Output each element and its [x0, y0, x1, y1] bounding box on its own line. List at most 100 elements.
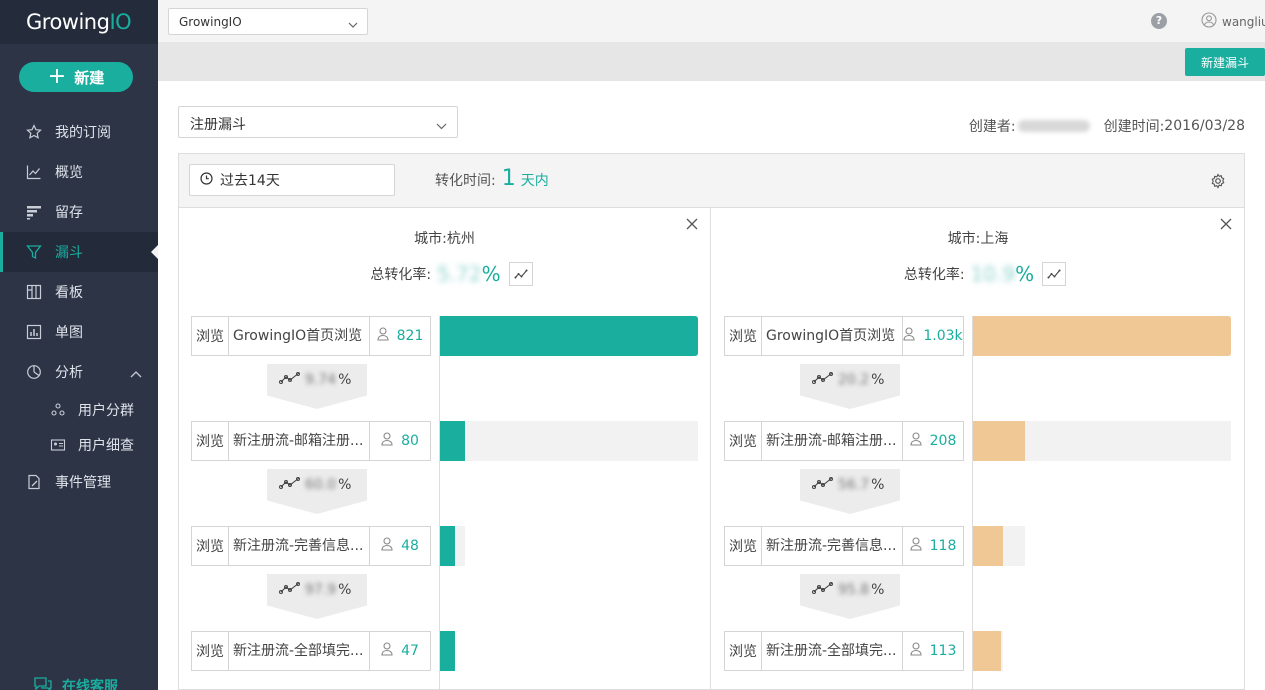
trend-chart-button[interactable]	[508, 262, 533, 286]
total-conversion-unit: %	[1015, 262, 1035, 286]
step-conversion-rate: 9.74%	[267, 364, 367, 409]
user-icon	[377, 327, 389, 345]
step-count[interactable]: 118	[903, 537, 963, 555]
funnel-step[interactable]: 浏览 新注册流-邮箱注册... 80	[191, 421, 431, 461]
step-count[interactable]: 208	[903, 432, 963, 450]
total-conversion-value: 5.72	[437, 262, 482, 286]
sidebar-item-label: 事件管理	[55, 475, 111, 491]
sidebar-item-label: 分析	[55, 365, 83, 381]
step-count-value: 1.03k	[923, 328, 963, 344]
bar-fill[interactable]	[973, 421, 1025, 461]
step-count[interactable]: 1.03k	[903, 327, 963, 345]
bar-track	[440, 631, 455, 671]
funnel-select[interactable]: 注册漏斗	[178, 106, 458, 138]
sidebar-item-retention[interactable]: 留存	[0, 192, 158, 232]
funnel-step[interactable]: 浏览 新注册流-邮箱注册... 208	[724, 421, 964, 461]
project-select-value: GrowingIO	[179, 15, 242, 29]
bar-fill[interactable]	[973, 526, 1003, 566]
sidebar-item-user-segments[interactable]: 用户分群	[0, 392, 158, 427]
sidebar-item-dashboard[interactable]: 看板	[0, 272, 158, 312]
step-count-value: 80	[401, 433, 419, 449]
bar-fill[interactable]	[973, 316, 1231, 356]
sidebar-item-event-management[interactable]: 事件管理	[0, 462, 158, 502]
app-logo[interactable]: Growing IO	[0, 0, 158, 44]
online-service-link[interactable]: 在线客服	[34, 676, 118, 690]
step-type: 浏览	[725, 527, 762, 565]
sidebar-item-single-chart[interactable]: 单图	[0, 312, 158, 352]
trend-icon[interactable]	[279, 582, 301, 598]
bar-fill[interactable]	[440, 316, 698, 356]
chat-icon	[34, 677, 52, 690]
funnel-panel: 过去14天 转化时间: 1 天内 城市:杭州 总转化率: 5.72% 浏览 Growin…	[178, 153, 1245, 690]
bar-chart-icon	[25, 323, 43, 341]
user-group-icon	[50, 402, 66, 418]
user-menu[interactable]: wangliu	[1201, 12, 1265, 31]
conversion-time[interactable]: 转化时间: 1 天内	[435, 166, 549, 191]
sidebar-item-funnel[interactable]: 漏斗	[0, 232, 158, 272]
new-button[interactable]: + 新建	[19, 62, 133, 92]
city-label: 城市:上海	[712, 228, 1244, 248]
bar-fill[interactable]	[440, 631, 455, 671]
sidebar-item-label: 留存	[55, 205, 83, 221]
total-conversion-label: 总转化率:	[903, 267, 965, 283]
trend-chart-button[interactable]	[1042, 262, 1067, 286]
conversion-value: 97.9	[305, 582, 337, 598]
step-count[interactable]: 821	[370, 327, 430, 345]
step-count-value: 48	[401, 538, 419, 554]
funnel-step[interactable]: 浏览 GrowingIO首页浏览 1.03k	[724, 316, 964, 356]
step-count[interactable]: 80	[370, 432, 430, 450]
edit-doc-icon	[25, 473, 43, 491]
sidebar-item-subscriptions[interactable]: 我的订阅	[0, 112, 158, 152]
sidebar-item-user-detail[interactable]: 用户细查	[0, 427, 158, 462]
chevron-down-icon	[348, 17, 358, 31]
conversion-time-label: 转化时间:	[435, 173, 496, 189]
plus-icon: +	[47, 64, 67, 89]
funnel-step[interactable]: 浏览 新注册流-完善信息... 118	[724, 526, 964, 566]
trend-icon[interactable]	[279, 372, 301, 388]
user-icon	[903, 327, 915, 345]
step-count[interactable]: 48	[370, 537, 430, 555]
step-count-value: 118	[929, 538, 957, 554]
funnel-step[interactable]: 浏览 新注册流-完善信息... 48	[191, 526, 431, 566]
sidebar-item-overview[interactable]: 概览	[0, 152, 158, 192]
conversion-value: 9.74	[305, 372, 337, 388]
user-icon	[910, 642, 922, 660]
bar-fill[interactable]	[440, 421, 465, 461]
gear-icon[interactable]	[1210, 173, 1226, 193]
bar-fill[interactable]	[440, 526, 455, 566]
step-name: 新注册流-完善信息...	[762, 527, 903, 565]
step-name: 新注册流-完善信息...	[229, 527, 370, 565]
step-type: 浏览	[192, 422, 229, 460]
clock-icon	[200, 171, 213, 189]
chevron-down-icon	[436, 118, 447, 134]
conversion-unit: %	[338, 582, 352, 598]
creator-label: 创建者:	[968, 119, 1016, 135]
funnel-step[interactable]: 浏览 GrowingIO首页浏览 821	[191, 316, 431, 356]
step-type: 浏览	[725, 422, 762, 460]
funnel-step[interactable]: 浏览 新注册流-全部填完... 47	[191, 631, 431, 671]
step-count[interactable]: 113	[903, 642, 963, 660]
user-icon	[910, 432, 922, 450]
city-label: 城市:杭州	[179, 228, 710, 248]
step-count[interactable]: 47	[370, 642, 430, 660]
step-name: 新注册流-邮箱注册...	[762, 422, 903, 460]
trend-icon[interactable]	[812, 582, 834, 598]
date-range-picker[interactable]: 过去14天	[189, 164, 395, 196]
trend-icon[interactable]	[279, 477, 301, 493]
city-label-prefix: 城市:	[947, 231, 981, 247]
create-funnel-button[interactable]: 新建漏斗	[1185, 48, 1265, 76]
total-conversion-rate: 总转化率: 5.72%	[179, 262, 710, 286]
online-service-label: 在线客服	[62, 679, 118, 690]
sidebar-item-analysis[interactable]: 分析	[0, 352, 158, 392]
line-chart-icon	[25, 163, 43, 181]
bar-fill[interactable]	[973, 631, 1001, 671]
step-count-value: 113	[929, 643, 957, 659]
funnel-step[interactable]: 浏览 新注册流-全部填完... 113	[724, 631, 964, 671]
help-icon[interactable]: ?	[1151, 13, 1167, 29]
trend-icon[interactable]	[812, 477, 834, 493]
funnel-column-hangzhou: 城市:杭州 总转化率: 5.72% 浏览 GrowingIO首页浏览 821 浏览 新注册流-…	[179, 208, 711, 690]
project-select[interactable]: GrowingIO	[168, 8, 368, 35]
top-bar: GrowingIO ? wangliu	[158, 0, 1265, 42]
bar-track	[973, 526, 1025, 566]
trend-icon[interactable]	[812, 372, 834, 388]
